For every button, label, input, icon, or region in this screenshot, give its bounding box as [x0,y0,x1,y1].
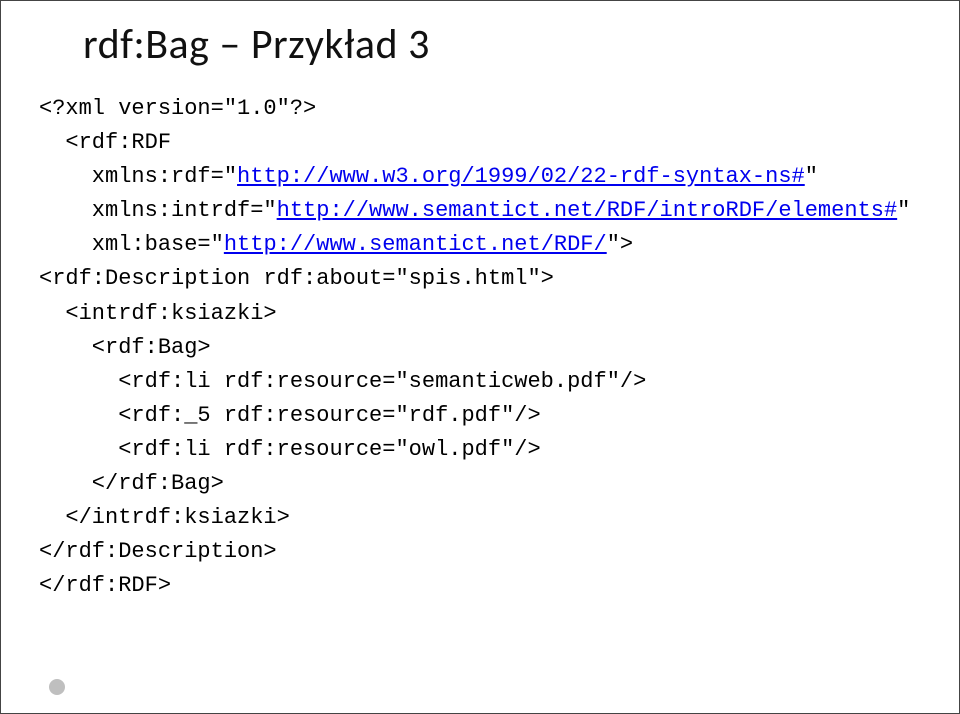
code-line: xmlns:intrdf=" [39,198,277,223]
code-line: </rdf:Bag> [39,471,224,496]
decorative-bullet-icon [49,679,65,695]
code-link: http://www.semantict.net/RDF/introRDF/el… [277,198,898,223]
code-line: " [805,164,818,189]
code-line: <?xml version="1.0"?> [39,96,316,121]
code-line: <rdf:RDF [39,130,171,155]
code-line: <rdf:li rdf:resource="owl.pdf"/> [39,437,541,462]
code-line: "> [607,232,633,257]
code-line: </rdf:RDF> [39,573,171,598]
code-line: <rdf:_5 rdf:resource="rdf.pdf"/> [39,403,541,428]
page-title: rdf:Bag – Przykład 3 [83,19,921,70]
code-line: <intrdf:ksiazki> [39,301,277,326]
code-link: http://www.semantict.net/RDF/ [224,232,607,257]
code-line: </rdf:Description> [39,539,277,564]
code-line: " [897,198,910,223]
code-block: <?xml version="1.0"?> <rdf:RDF xmlns:rdf… [39,92,921,603]
code-line: </intrdf:ksiazki> [39,505,290,530]
code-link: http://www.w3.org/1999/02/22-rdf-syntax-… [237,164,805,189]
code-line: xml:base=" [39,232,224,257]
code-line: xmlns:rdf=" [39,164,237,189]
code-line: <rdf:li rdf:resource="semanticweb.pdf"/> [39,369,646,394]
code-line: <rdf:Bag> [39,335,211,360]
code-line: <rdf:Description rdf:about="spis.html"> [39,266,554,291]
slide-page: rdf:Bag – Przykład 3 <?xml version="1.0"… [0,0,960,714]
